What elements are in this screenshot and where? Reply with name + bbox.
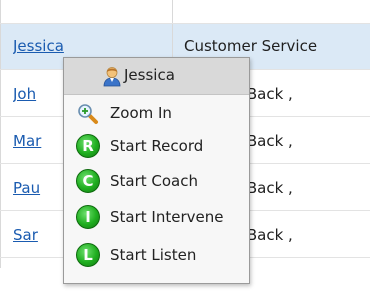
- menu-item-start-record[interactable]: R Start Record: [64, 132, 249, 162]
- record-icon: R: [76, 134, 100, 158]
- listen-icon: L: [76, 243, 100, 267]
- grid-line: [0, 0, 1, 268]
- intervene-icon: I: [76, 205, 100, 229]
- menu-item-label: Start Record: [110, 137, 204, 155]
- menu-item-start-listen[interactable]: L Start Listen: [64, 241, 249, 271]
- menu-item-zoom-in[interactable]: Zoom In: [64, 99, 249, 129]
- menu-item-label: Zoom In: [110, 104, 172, 122]
- grid-line: [0, 23, 370, 24]
- menu-item-label: Start Listen: [110, 246, 197, 264]
- magnifier-icon: [78, 104, 98, 124]
- menu-item-label: Start Coach: [110, 172, 199, 190]
- user-avatar-icon: [103, 67, 121, 87]
- menu-item-start-intervene[interactable]: I Start Intervene: [64, 203, 249, 233]
- agent-skill-cell: Customer Service: [184, 37, 318, 55]
- menu-item-start-coach[interactable]: C Start Coach: [64, 167, 249, 197]
- menu-item-label: Start Intervene: [110, 208, 224, 226]
- coach-icon: C: [76, 169, 100, 193]
- context-menu-header: Jessica: [64, 58, 249, 95]
- context-menu: Jessica Zoom In R Start Record C Start C…: [63, 57, 250, 284]
- agent-name-link[interactable]: Jessica: [13, 37, 168, 55]
- context-menu-title: Jessica: [124, 66, 175, 84]
